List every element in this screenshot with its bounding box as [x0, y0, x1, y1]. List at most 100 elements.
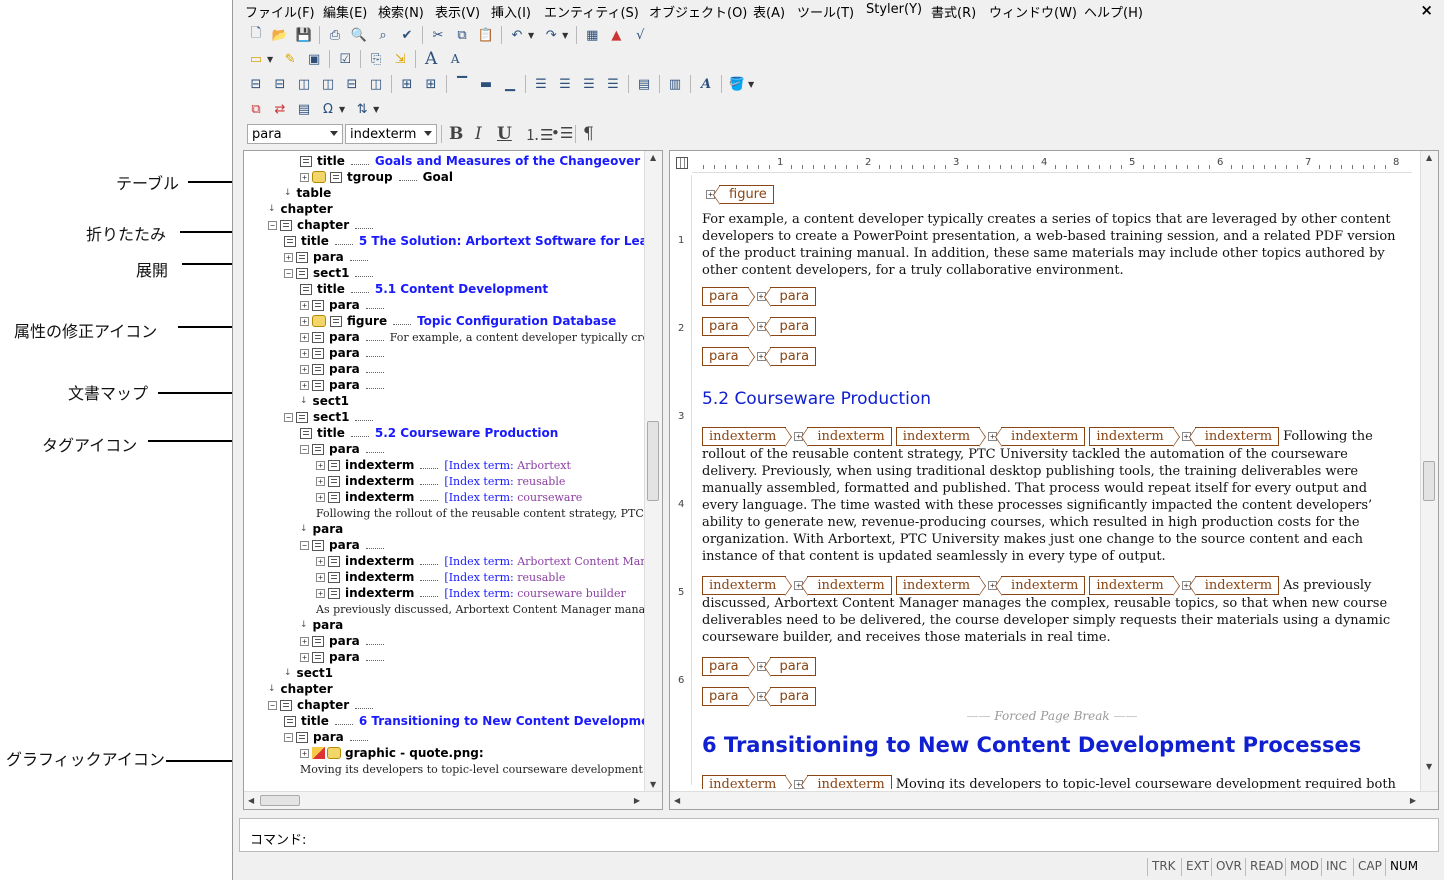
tree-node[interactable]: title 6 Transitioning to New Content Deve…	[284, 713, 644, 729]
align-top-icon[interactable]: ▔	[453, 75, 471, 93]
table-properties-icon[interactable]: ▥	[666, 75, 684, 93]
modify-attributes-icon[interactable]	[312, 315, 326, 327]
tree-node[interactable]: + para	[300, 377, 390, 393]
paste-icon[interactable]: 📋	[477, 26, 495, 44]
expand-icon[interactable]: +	[300, 748, 309, 758]
tree-node[interactable]: + indexterm [Index term: Arbortext	[316, 457, 571, 473]
expand-icon[interactable]: +	[300, 636, 309, 646]
expand-icon[interactable]: +	[316, 588, 325, 598]
paragraph[interactable]: indexterm + indexterm Moving its developers…	[702, 775, 1402, 789]
tree-node[interactable]: − chapter	[268, 697, 379, 713]
expand-icon[interactable]: +	[300, 652, 309, 662]
tree-node[interactable]: + para	[300, 633, 390, 649]
tree-node[interactable]: title Goals and Measures of the Changeove…	[300, 153, 640, 169]
bulleted-list-icon[interactable]: •☰	[551, 124, 573, 142]
equation-icon[interactable]: √	[631, 26, 649, 44]
menu-object[interactable]: オブジェクト(O)	[649, 2, 747, 21]
tree-node[interactable]: − sect1	[284, 409, 379, 425]
spellcheck-icon[interactable]: ✔	[398, 26, 416, 44]
menu-styler[interactable]: Styler(Y)	[866, 2, 922, 17]
collapse-icon[interactable]: −	[268, 700, 277, 710]
menu-file[interactable]: ファイル(F)	[245, 2, 315, 21]
scroll-down-icon[interactable]: ▼	[1426, 762, 1432, 771]
tree-node[interactable]: title 5.2 Courseware Production	[300, 425, 558, 441]
tree-node[interactable]: − para	[300, 537, 390, 553]
figure-tag[interactable]: figure	[713, 185, 774, 205]
para-tag[interactable]: para	[763, 347, 817, 367]
tree-node[interactable]: + indexterm [Index term: courseware	[316, 489, 582, 505]
tree-node[interactable]: − para	[300, 441, 390, 457]
expand-icon[interactable]: +	[300, 348, 309, 358]
expand-icon[interactable]: +	[316, 460, 325, 470]
para-tag[interactable]: para	[702, 657, 755, 677]
indexterm-tag[interactable]: indexterm	[1188, 576, 1280, 596]
tree-horizontal-scrollbar[interactable]: ◀ ▶	[244, 791, 662, 809]
insert-footnote-icon[interactable]: ▤	[295, 100, 313, 118]
bold-button[interactable]: B	[449, 124, 463, 144]
graphic-icon[interactable]	[312, 747, 325, 759]
tree-node[interactable]: + figure Topic Configuration Database	[300, 313, 616, 329]
element-select[interactable]: para	[247, 124, 343, 144]
insert-markup-icon[interactable]: ▭	[247, 50, 265, 68]
insert-xref-icon[interactable]: ⇄	[271, 100, 289, 118]
scroll-up-icon[interactable]: ▲	[1426, 153, 1432, 162]
expand-icon[interactable]: +	[300, 316, 309, 326]
font-grow-icon[interactable]: A	[422, 49, 440, 69]
scroll-left-icon[interactable]: ◀	[248, 796, 254, 805]
close-icon[interactable]: ×	[1420, 1, 1433, 19]
tree-node[interactable]: ↓ chapter	[268, 681, 339, 697]
expand-icon[interactable]: +	[300, 380, 309, 390]
indexterm-tag[interactable]: indexterm	[1089, 576, 1181, 596]
para-tag[interactable]: para	[763, 287, 817, 307]
menu-table[interactable]: 表(A)	[753, 2, 785, 21]
fill-color-icon[interactable]: 🪣	[728, 75, 746, 93]
undo-icon[interactable]: ↶	[508, 26, 526, 44]
indexterm-tag[interactable]: indexterm	[895, 427, 987, 447]
modify-attributes-icon[interactable]: ▣	[305, 50, 323, 68]
section-heading[interactable]: 5.2 Courseware Production	[702, 389, 1402, 409]
tree-node[interactable]: ↓ sect1	[284, 665, 339, 681]
scroll-right-icon[interactable]: ▶	[634, 796, 640, 805]
indexterm-tag[interactable]: indexterm	[895, 576, 987, 596]
align-center-icon[interactable]: ☰	[556, 75, 574, 93]
menu-window[interactable]: ウィンドウ(W)	[989, 2, 1077, 21]
cell-properties-icon[interactable]: ▤	[635, 75, 653, 93]
paragraph-text[interactable]: Moving its developers to topic-level cou…	[896, 777, 1396, 789]
special-character-icon[interactable]: Ω	[319, 100, 337, 118]
special-character-dropdown-icon[interactable]: ▼	[339, 105, 345, 114]
menu-help[interactable]: ヘルプ(H)	[1084, 2, 1143, 21]
indexterm-tag[interactable]: indexterm	[1188, 427, 1280, 447]
para-tag[interactable]: para	[702, 687, 755, 707]
command-line[interactable]: コマンド:	[239, 818, 1439, 852]
indexterm-tag[interactable]: indexterm	[702, 576, 793, 596]
align-middle-icon[interactable]: ▬	[477, 75, 495, 93]
tree-node[interactable]: + para	[300, 361, 390, 377]
tree-node[interactable]: − sect1	[284, 265, 379, 281]
check-completeness-icon[interactable]: ☑	[336, 50, 354, 68]
expand-icon[interactable]: +	[284, 252, 293, 262]
collapse-icon[interactable]: −	[284, 732, 293, 742]
scroll-up-icon[interactable]: ▲	[650, 153, 656, 162]
indexterm-tag[interactable]: indexterm	[801, 576, 892, 596]
collapse-icon[interactable]: −	[268, 220, 277, 230]
document-scroll-thumb[interactable]	[1423, 461, 1435, 501]
tree-node[interactable]: + para	[300, 345, 390, 361]
collapse-icon[interactable]: −	[284, 412, 293, 422]
table-join-cells-icon[interactable]: ⊞	[398, 75, 416, 93]
chapter-heading[interactable]: 6 Transitioning to New Content Developme…	[702, 733, 1402, 757]
paragraph-text[interactable]: As	[1283, 578, 1299, 593]
paragraph-text[interactable]: For example, a content developer typical…	[702, 212, 1396, 278]
insert-markup-dropdown-icon[interactable]: ▼	[267, 55, 273, 64]
tree-node[interactable]: + para	[300, 649, 390, 665]
document-map-pane[interactable]: title Goals and Measures of the Changeove…	[243, 150, 663, 810]
align-right-icon[interactable]: ☰	[580, 75, 598, 93]
tree-node[interactable]: + indexterm [Index term: Arbortext Content…	[316, 553, 644, 569]
menu-search[interactable]: 検索(N)	[378, 2, 424, 21]
print-preview-icon[interactable]: 🔍	[350, 26, 368, 44]
tree-node[interactable]: − para	[284, 729, 374, 745]
document-edit-pane[interactable]: 1 2 3 4 5 6 7 8 1 2 3 4 5 6 + figure For example, a c…	[669, 150, 1439, 810]
tree-node[interactable]: ↓ chapter	[268, 201, 339, 217]
paragraph-text[interactable]: Following	[1283, 429, 1347, 444]
tree-node[interactable]: + graphic - quote.png:	[300, 745, 490, 761]
para-tag[interactable]: para	[702, 317, 755, 337]
